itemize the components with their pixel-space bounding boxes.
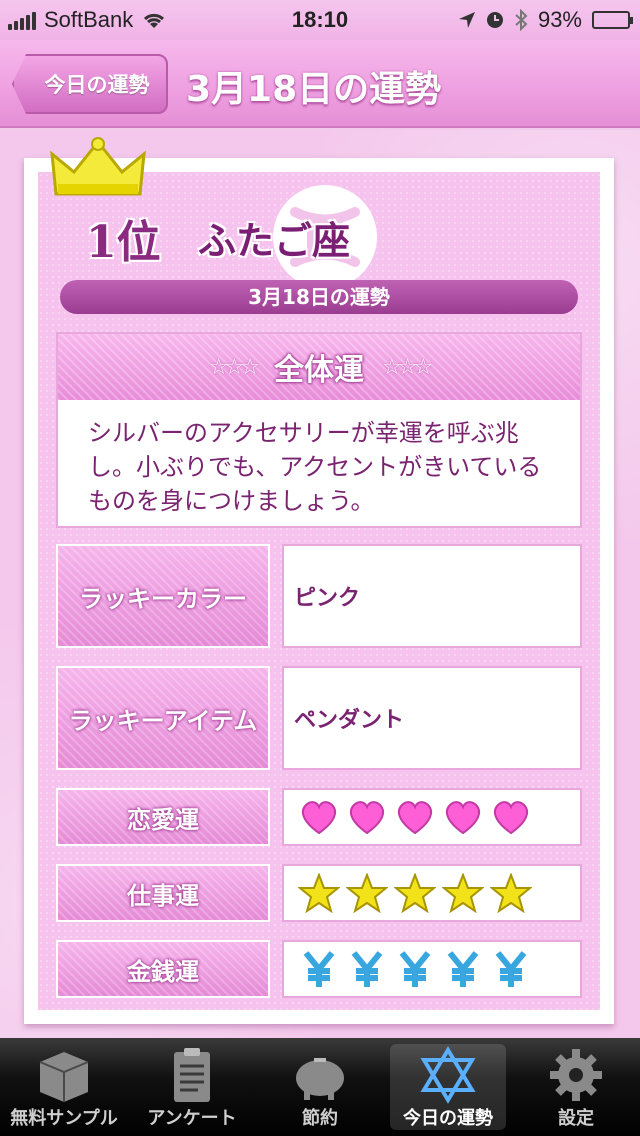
fortune-card-inner: 1位 ふたご座 3月18日の運勢 ☆☆☆ 全体運 ☆☆☆ シルバーのアクセサリー… [38,137,600,1010]
crown-icon [50,137,146,196]
box-icon [39,1052,89,1102]
clipboard-icon [174,1048,210,1102]
love-row: 恋愛運 [56,788,582,846]
stars-decoration-icon: ☆☆☆ [208,354,260,380]
star-icon [394,873,436,913]
tab-settings[interactable]: 設定 [512,1038,640,1136]
yen-icon [351,951,383,987]
rank: 1位 [86,217,161,268]
yen-icon [495,951,527,987]
heart-icon [349,801,385,835]
heart-icon [301,801,337,835]
status-bar: SoftBank 18:10 93% [0,0,640,40]
back-button[interactable]: 今日の運勢 [12,54,168,114]
tab-label: 節約 [302,1108,338,1129]
lucky-color-row: ラッキーカラー ピンク [56,544,582,648]
money-rating [282,940,582,998]
work-rating [282,864,582,922]
tab-label: 設定 [558,1108,594,1129]
tab-label: 無料サンプル [10,1108,118,1129]
lucky-color-label: ラッキーカラー [56,544,270,648]
overall-title: 全体運 [274,353,364,388]
work-row: 仕事運 [56,864,582,922]
tab-todays-fortune[interactable]: 今日の運勢 [384,1038,512,1136]
sign-name: ふたご座 [198,219,351,263]
fortune-card: 1位 ふたご座 3月18日の運勢 ☆☆☆ 全体運 ☆☆☆ シルバーのアクセサリー… [24,137,614,1024]
lucky-item-row: ラッキーアイテム ペンダント [56,666,582,770]
tab-label: 今日の運勢 [403,1108,493,1129]
tab-free-sample[interactable]: 無料サンプル [0,1038,128,1136]
yen-icon [303,951,335,987]
piggy-bank-icon [296,1058,344,1100]
star-icon [298,873,340,913]
overall-fortune: ☆☆☆ 全体運 ☆☆☆ シルバーのアクセサリーが幸運を呼ぶ兆し。小ぶりでも、アク… [56,332,582,528]
star-icon [442,873,484,913]
alarm-icon [486,12,503,28]
battery-percent: 93% [537,7,582,32]
page-title: 3月18日の運勢 [186,69,442,110]
lucky-item-label: ラッキーアイテム [56,666,270,770]
love-rating [282,788,582,846]
star-icon [346,873,388,913]
heart-icon [397,801,433,835]
heart-icon [493,801,529,835]
tab-savings[interactable]: 節約 [256,1038,384,1136]
lucky-color-value: ピンク [282,544,582,648]
money-row: 金銭運 [56,940,582,998]
overall-header: ☆☆☆ 全体運 ☆☆☆ [58,334,580,400]
hexagram-icon [420,1046,476,1104]
overall-text: シルバーのアクセサリーが幸運を呼ぶ兆し。小ぶりでも、アクセントがきいているものを… [88,419,542,515]
money-label: 金銭運 [56,940,270,998]
tab-label: アンケート [147,1108,237,1129]
nav-bar: 今日の運勢 3月18日の運勢 [0,40,640,128]
yen-icon [399,951,431,987]
star-icon [490,873,532,913]
gear-icon [550,1049,602,1101]
battery-icon [592,11,633,29]
fortune-date: 3月18日の運勢 [60,280,578,314]
main-content: 1位 ふたご座 3月18日の運勢 ☆☆☆ 全体運 ☆☆☆ シルバーのアクセサリー… [0,130,640,1038]
love-label: 恋愛運 [56,788,270,846]
yen-icon [447,951,479,987]
stars-decoration-icon: ☆☆☆ [382,354,433,380]
bluetooth-icon [515,9,528,31]
tab-bar: 無料サンプル アンケート 節約 今日の運勢 設定 [0,1038,640,1136]
tab-survey[interactable]: アンケート [128,1038,256,1136]
work-label: 仕事運 [56,864,270,922]
location-icon [458,12,475,28]
lucky-item-value: ペンダント [282,666,582,770]
heart-icon [445,801,481,835]
